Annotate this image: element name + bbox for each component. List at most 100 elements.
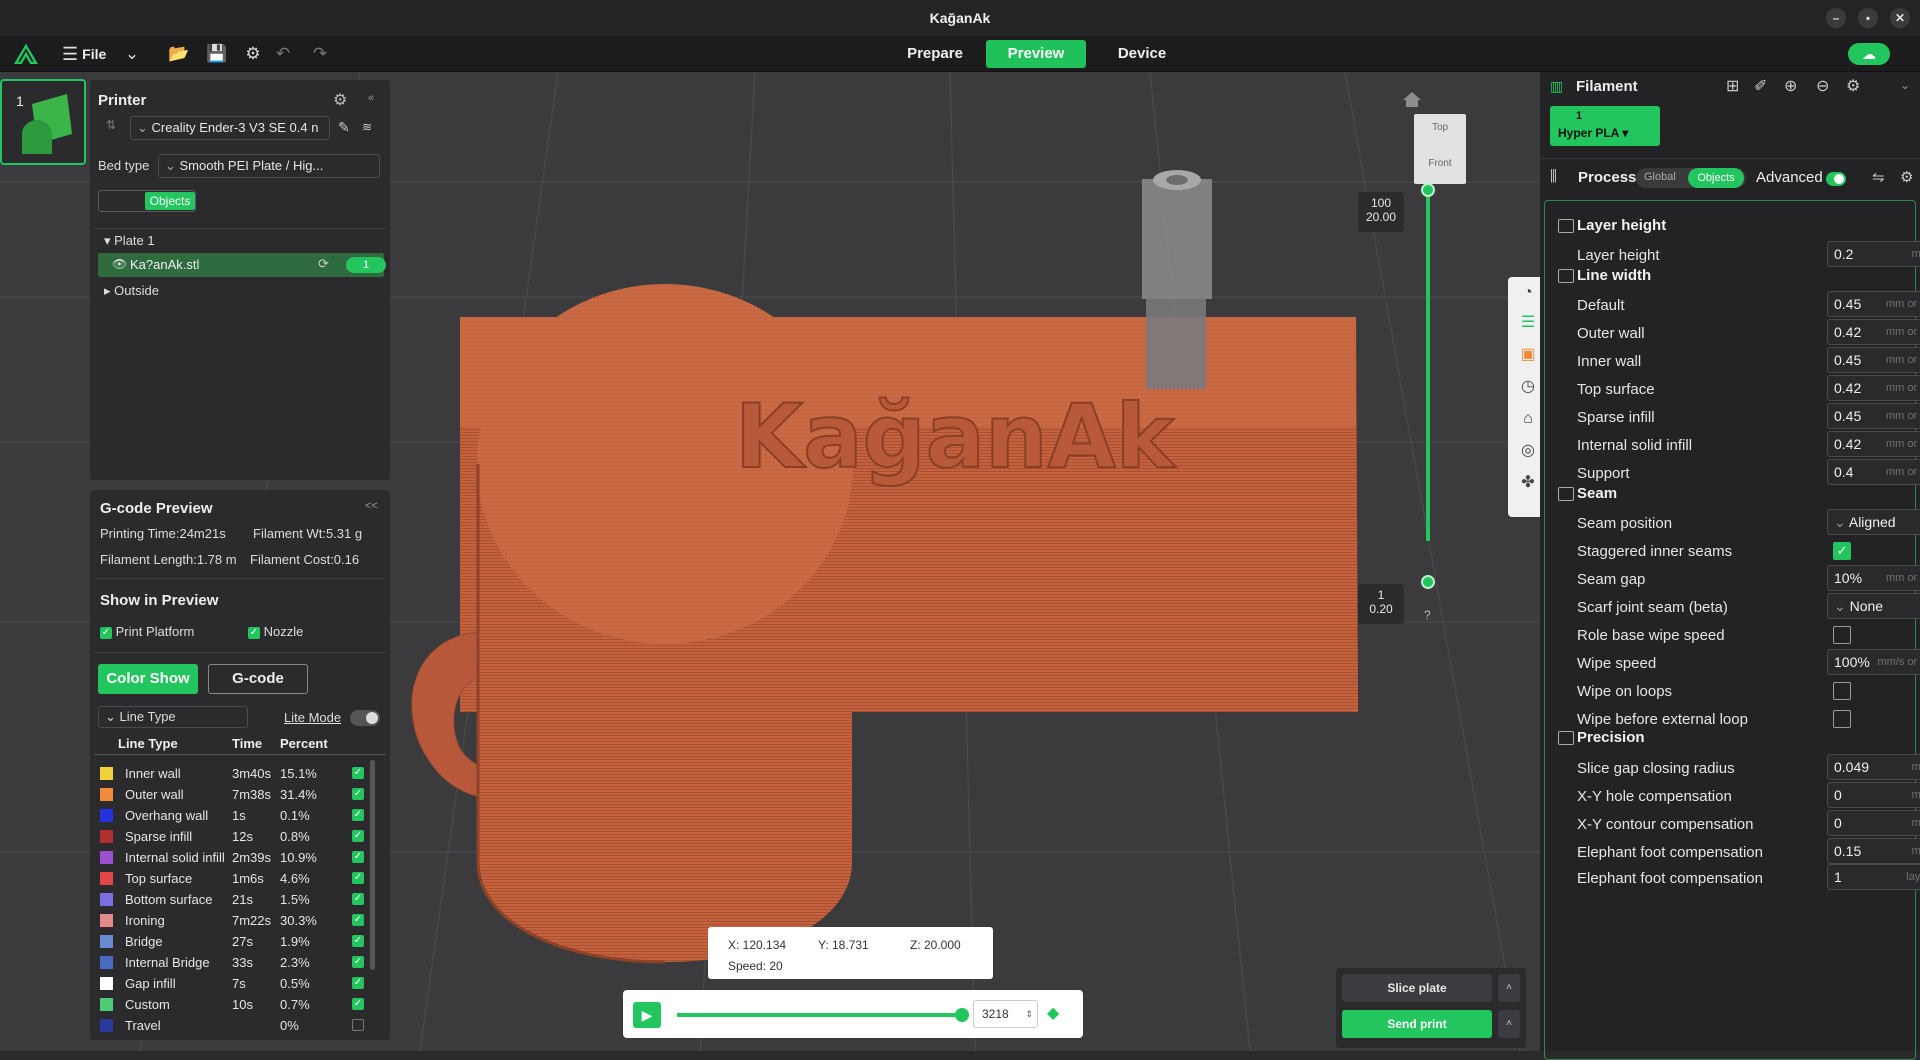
plate-thumbnail[interactable]: 1 <box>0 79 86 165</box>
visibility-checkbox[interactable]: ✓ <box>352 767 364 779</box>
gauge-icon[interactable]: ◔ <box>1516 281 1540 305</box>
param-input[interactable]: 0.45 mm or % <box>1827 291 1920 317</box>
target-icon[interactable]: ◎ <box>1516 439 1540 463</box>
maximize-button[interactable]: ▪ <box>1858 8 1878 28</box>
visibility-checkbox[interactable]: ✓ <box>352 914 364 926</box>
visibility-checkbox[interactable]: ✓ <box>352 935 364 947</box>
line-type-row[interactable]: Gap infill 7s 0.5% ✓ <box>100 973 380 994</box>
param-checkbox[interactable] <box>1833 626 1851 644</box>
printer-settings-gear-icon[interactable]: ⚙ <box>333 90 347 110</box>
line-type-row[interactable]: Inner wall 3m40s 15.1% ✓ <box>100 763 380 784</box>
visibility-checkbox[interactable]: ✓ <box>352 998 364 1010</box>
param-input[interactable]: 0.42 mm or % <box>1827 431 1920 457</box>
bed-type-select[interactable]: ⌄ Smooth PEI Plate / Hig... <box>158 154 380 178</box>
minimize-button[interactable]: – <box>1826 8 1846 28</box>
move-slider-track[interactable] <box>677 1008 969 1022</box>
eye-icon[interactable]: 👁 <box>112 257 127 271</box>
visibility-checkbox[interactable]: ✓ <box>352 830 364 842</box>
compare-icon[interactable]: ⇋ <box>1872 168 1885 186</box>
tree-object-row[interactable]: 👁 Ka?anAk.stl ⟳ 1 <box>98 253 386 277</box>
visibility-checkbox[interactable]: ✓ <box>352 956 364 968</box>
spinner-icon[interactable]: ⇕ <box>1025 1001 1033 1027</box>
object-badge[interactable]: 1 <box>346 257 386 273</box>
assemble-icon[interactable]: ✤ <box>1516 471 1540 495</box>
add-filament-icon[interactable]: ⊕ <box>1784 76 1797 96</box>
param-input[interactable]: 0 mm <box>1827 810 1920 836</box>
layers-icon[interactable]: ☰ <box>1516 311 1540 335</box>
remove-filament-icon[interactable]: ⊖ <box>1816 76 1829 96</box>
visibility-checkbox[interactable]: ✓ <box>352 872 364 884</box>
chevron-down-icon[interactable]: ⌄ <box>122 44 142 64</box>
line-type-row[interactable]: Travel 0% <box>100 1015 380 1036</box>
undo-icon[interactable]: ↶ <box>273 44 293 64</box>
param-checkbox[interactable]: ✓ <box>1833 542 1851 560</box>
param-input[interactable]: 0.2 mm <box>1827 241 1920 267</box>
line-type-row[interactable]: Outer wall 7m38s 31.4% ✓ <box>100 784 380 805</box>
send-print-button[interactable]: Send print <box>1342 1010 1492 1038</box>
link-icon[interactable]: ⇅ <box>106 118 116 132</box>
layer-slider-bottom-handle[interactable] <box>1421 575 1435 589</box>
line-type-row[interactable]: Ironing 7m22s 30.3% ✓ <box>100 910 380 931</box>
tab-prepare[interactable]: Prepare <box>895 40 975 68</box>
tab-device[interactable]: Device <box>1100 40 1184 68</box>
process-settings-icon[interactable]: ⚙ <box>1900 168 1913 186</box>
view-type-select[interactable]: ⌄ Line Type <box>98 706 248 728</box>
print-platform-checkbox[interactable]: ✓ Print Platform <box>100 624 194 639</box>
view-cube-front[interactable]: Front <box>1414 158 1466 169</box>
param-input[interactable]: 0.42 mm or % <box>1827 375 1920 401</box>
layers-stack-icon[interactable]: ◆ <box>1047 1005 1065 1023</box>
line-type-row[interactable]: Bridge 27s 1.9% ✓ <box>100 931 380 952</box>
collapse-icon[interactable]: « <box>368 92 374 104</box>
redo-icon[interactable]: ↷ <box>310 44 330 64</box>
chevron-up-icon[interactable]: ˄ <box>1498 1010 1520 1038</box>
view-cube-top[interactable]: Top <box>1414 122 1466 133</box>
lite-mode-toggle[interactable] <box>350 710 380 726</box>
line-type-row[interactable]: Internal solid infill 2m39s 10.9% ✓ <box>100 847 380 868</box>
color-show-button[interactable]: Color Show <box>98 664 198 694</box>
save-icon[interactable]: 💾 <box>206 44 227 64</box>
file-menu[interactable]: ☰ File <box>62 44 106 64</box>
move-slider-handle[interactable] <box>955 1008 969 1022</box>
line-type-row[interactable]: Top surface 1m6s 4.6% ✓ <box>100 868 380 889</box>
visibility-checkbox[interactable]: ✓ <box>352 809 364 821</box>
visibility-checkbox[interactable] <box>352 1019 364 1031</box>
tool-icon[interactable]: ▣ <box>1516 343 1540 367</box>
filament-edit-icon[interactable]: ✐ <box>1754 76 1767 96</box>
collapse-gcode-icon[interactable]: << <box>365 500 378 512</box>
param-input[interactable]: 0 mm <box>1827 782 1920 808</box>
play-icon[interactable]: ▶ <box>633 1002 661 1028</box>
param-select[interactable]: ⌄ Aligned <box>1827 509 1920 535</box>
tab-preview[interactable]: Preview <box>986 40 1086 68</box>
param-select[interactable]: ⌄ None <box>1827 593 1920 619</box>
param-input[interactable]: 10% mm or % <box>1827 565 1920 591</box>
chevron-down-icon[interactable]: ⌄ <box>1900 78 1910 92</box>
param-checkbox[interactable] <box>1833 710 1851 728</box>
mode-objects[interactable]: Objects <box>1688 168 1744 188</box>
speed-icon[interactable]: ◷ <box>1516 375 1540 399</box>
param-input[interactable]: 1 layer <box>1827 864 1920 890</box>
filament-slot-1[interactable]: 1 Hyper PLA ▾ <box>1550 106 1660 146</box>
filament-settings-icon[interactable]: ⚙ <box>1846 76 1860 96</box>
line-type-row[interactable]: Internal Bridge 33s 2.3% ✓ <box>100 952 380 973</box>
move-index-input[interactable]: 3218 ⇕ <box>973 1000 1038 1028</box>
mode-global[interactable]: Global <box>1644 171 1676 183</box>
line-type-row[interactable]: Bottom surface 21s 1.5% ✓ <box>100 889 380 910</box>
filament-sync-icon[interactable]: ⊞ <box>1726 76 1739 96</box>
visibility-checkbox[interactable]: ✓ <box>352 851 364 863</box>
home-icon[interactable] <box>1403 92 1421 107</box>
visibility-checkbox[interactable]: ✓ <box>352 788 364 800</box>
cloud-upload-icon[interactable]: ☁ <box>1848 43 1890 65</box>
open-folder-icon[interactable]: 📂 <box>168 44 189 64</box>
line-type-row[interactable]: Overhang wall 1s 0.1% ✓ <box>100 805 380 826</box>
slice-plate-button[interactable]: Slice plate <box>1342 974 1492 1002</box>
advanced-toggle[interactable] <box>1826 172 1846 186</box>
line-type-row[interactable]: Custom 10s 0.7% ✓ <box>100 994 380 1015</box>
param-input[interactable]: 0.42 mm or % <box>1827 319 1920 345</box>
help-icon[interactable]: ? <box>1424 608 1431 622</box>
nozzle-checkbox[interactable]: ✓ Nozzle <box>248 624 303 639</box>
view-cube[interactable]: Top Front <box>1414 114 1466 184</box>
param-input[interactable]: 100% mm/s or % <box>1827 649 1920 675</box>
line-type-row[interactable]: Sparse infill 12s 0.8% ✓ <box>100 826 380 847</box>
param-input[interactable]: 0.4 mm or % <box>1827 459 1920 485</box>
chevron-up-icon[interactable]: ˄ <box>1498 974 1520 1002</box>
